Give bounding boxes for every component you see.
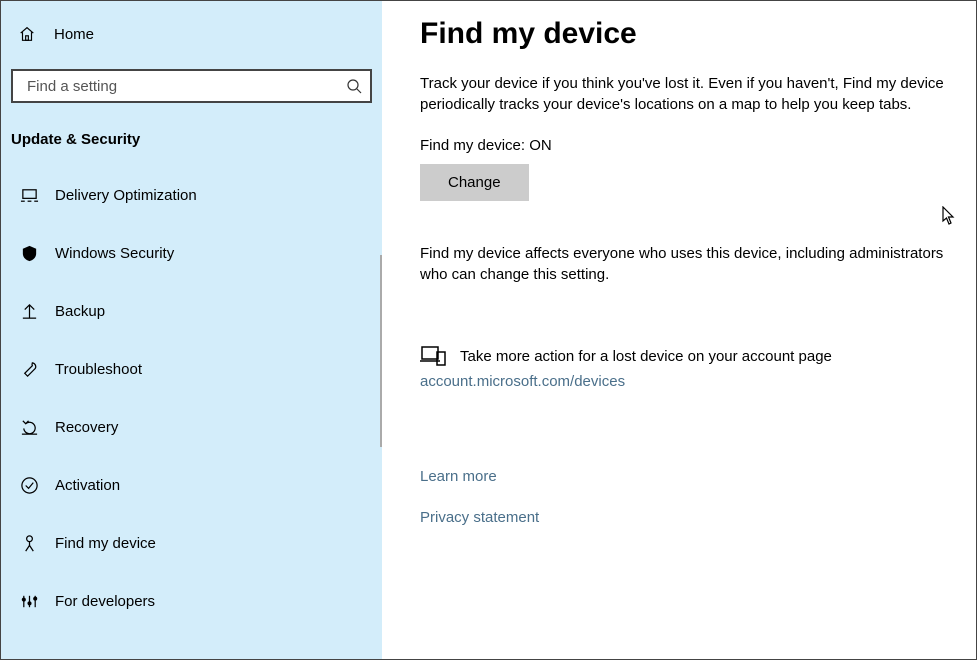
sidebar-item-label: Find my device <box>55 535 156 552</box>
sidebar-item-label: Troubleshoot <box>55 361 142 378</box>
developers-icon <box>19 591 39 611</box>
sidebar-item-label: Recovery <box>55 419 118 436</box>
privacy-statement-link[interactable]: Privacy statement <box>420 509 954 526</box>
change-button[interactable]: Change <box>420 164 529 201</box>
nav-home[interactable]: Home <box>1 13 382 55</box>
sidebar-item-label: Windows Security <box>55 245 174 262</box>
sidebar-item-activation[interactable]: Activation <box>1 456 382 514</box>
sidebar-item-recovery[interactable]: Recovery <box>1 398 382 456</box>
sidebar: Home Update & Security <box>1 1 382 659</box>
sidebar-item-troubleshoot[interactable]: Troubleshoot <box>1 340 382 398</box>
mouse-cursor <box>942 206 956 226</box>
search-input[interactable] <box>25 77 346 96</box>
learn-more-link[interactable]: Learn more <box>420 468 954 485</box>
find-device-icon <box>19 533 39 553</box>
recovery-icon <box>19 417 39 437</box>
sidebar-item-label: Backup <box>55 303 105 320</box>
account-action-row: Take more action for a lost device on yo… <box>420 345 954 367</box>
wrench-icon <box>19 359 39 379</box>
page-title: Find my device <box>420 17 954 51</box>
delivery-icon <box>19 185 39 205</box>
sidebar-item-label: Delivery Optimization <box>55 187 197 204</box>
backup-icon <box>19 301 39 321</box>
home-icon <box>17 24 37 44</box>
shield-icon <box>19 243 39 263</box>
account-action-text: Take more action for a lost device on yo… <box>460 348 832 365</box>
activation-icon <box>19 475 39 495</box>
page-description: Track your device if you think you've lo… <box>420 73 954 115</box>
search-input-wrap[interactable] <box>11 69 372 103</box>
sidebar-item-find-my-device[interactable]: Find my device <box>1 514 382 572</box>
page-note: Find my device affects everyone who uses… <box>420 243 954 285</box>
find-my-device-status: Find my device: ON <box>420 137 954 154</box>
search-icon <box>346 78 362 94</box>
sidebar-item-delivery-optimization[interactable]: Delivery Optimization <box>1 166 382 224</box>
sidebar-item-windows-security[interactable]: Windows Security <box>1 224 382 282</box>
sidebar-item-backup[interactable]: Backup <box>1 282 382 340</box>
home-label: Home <box>54 26 94 43</box>
sidebar-category-header: Update & Security <box>1 103 382 166</box>
sidebar-item-for-developers[interactable]: For developers <box>1 572 382 630</box>
sidebar-item-label: For developers <box>55 593 155 610</box>
account-link[interactable]: account.microsoft.com/devices <box>420 373 954 390</box>
devices-icon <box>420 345 446 367</box>
sidebar-item-label: Activation <box>55 477 120 494</box>
main-content: Find my device Track your device if you … <box>382 1 976 659</box>
